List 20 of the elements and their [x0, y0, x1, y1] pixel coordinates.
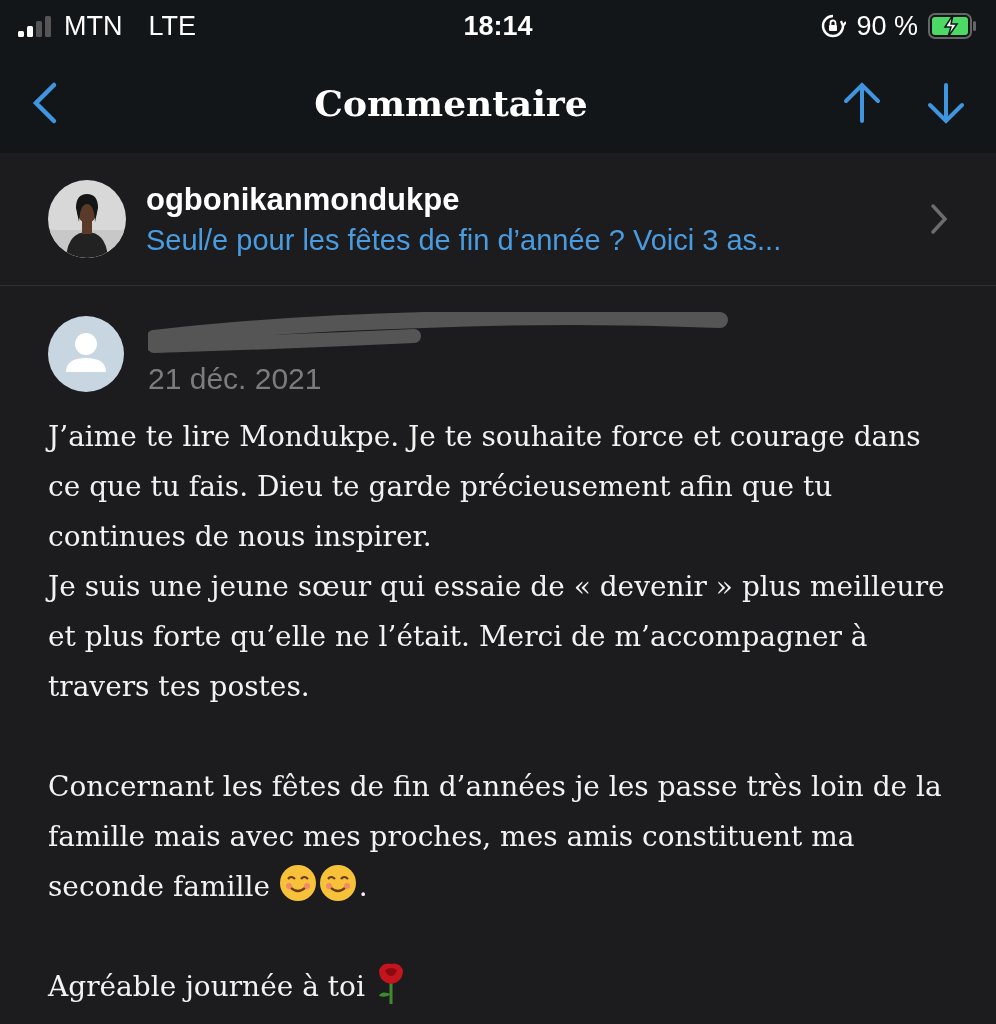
battery-percent: 90 %	[856, 10, 918, 42]
clock-time: 18:14	[463, 10, 533, 42]
screen-title: Commentaire	[314, 81, 588, 124]
post-link[interactable]: ogbonikanmondukpe Seul/e pour les fêtes de fin d’année ? Voici 3 as...	[0, 153, 996, 286]
post-title: Seul/e pour les fêtes de fin d’année ? Voici 3 as...	[146, 223, 783, 257]
smiling-face-icon	[318, 864, 357, 902]
comment-date: 21 déc. 2021	[148, 362, 323, 396]
next-button[interactable]	[926, 80, 966, 125]
battery-icon	[928, 13, 978, 39]
comment-paragraph: Concernant les fêtes de fin d’années je les passe très loin de la famille mais avec mes proches, mes amis constituent ma seconde famille .	[48, 769, 943, 905]
signal-icon	[18, 15, 52, 37]
previous-button[interactable]	[842, 80, 882, 125]
avatar-icon	[48, 316, 124, 392]
chevron-right-icon	[930, 203, 948, 235]
comment-paragraph: Agréable journée à toi	[48, 962, 948, 1012]
network-type: LTE	[148, 10, 196, 42]
post-author: ogbonikanmondukpe	[146, 181, 461, 218]
smiling-face-icon	[278, 864, 317, 902]
carrier-name: MTN	[64, 10, 123, 42]
rotation-lock-icon	[820, 13, 847, 39]
